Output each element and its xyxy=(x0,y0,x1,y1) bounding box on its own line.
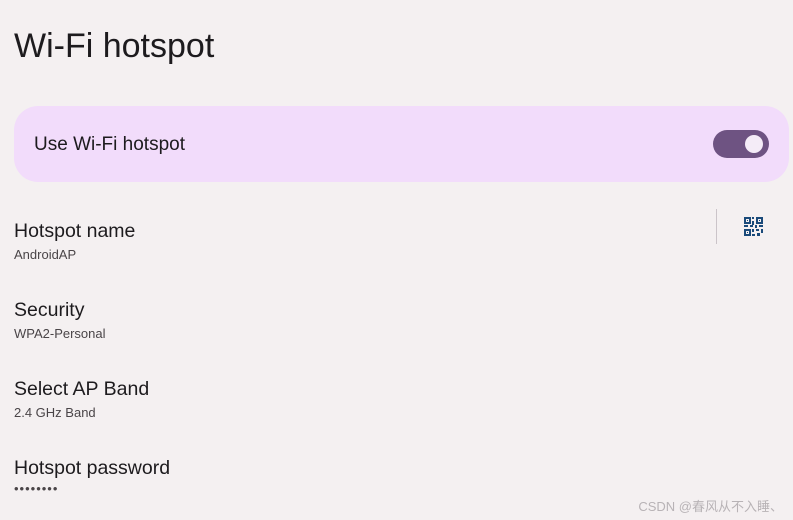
password-masked-value: •••••••• xyxy=(14,481,59,496)
security-value: WPA2-Personal xyxy=(14,326,106,341)
hotspot-toggle-switch[interactable] xyxy=(713,130,769,158)
hotspot-name-title: Hotspot name xyxy=(14,220,136,242)
hotspot-name-value: AndroidAP xyxy=(14,247,77,262)
select-ap-band-preference[interactable]: Select AP Band 2.4 GHz Band xyxy=(0,377,793,449)
row-divider xyxy=(716,209,717,244)
use-wifi-hotspot-label: Use Wi-Fi hotspot xyxy=(34,134,185,155)
security-preference[interactable]: Security WPA2-Personal xyxy=(0,298,793,370)
ap-band-title: Select AP Band xyxy=(14,378,150,400)
toggle-thumb xyxy=(745,135,763,153)
share-qr-code-button[interactable] xyxy=(736,209,770,243)
wifi-hotspot-settings-page: Wi-Fi hotspot Use Wi-Fi hotspot Hotspot … xyxy=(0,0,793,520)
qr-code-icon xyxy=(743,216,763,236)
security-title: Security xyxy=(14,299,85,321)
watermark: CSDN @春风从不入睡、 xyxy=(638,499,783,514)
page-title: Wi-Fi hotspot xyxy=(14,27,215,65)
use-wifi-hotspot-switch-bar[interactable]: Use Wi-Fi hotspot xyxy=(14,106,789,182)
ap-band-value: 2.4 GHz Band xyxy=(14,405,96,420)
password-title: Hotspot password xyxy=(14,457,171,479)
hotspot-name-preference[interactable]: Hotspot name AndroidAP xyxy=(0,209,793,291)
